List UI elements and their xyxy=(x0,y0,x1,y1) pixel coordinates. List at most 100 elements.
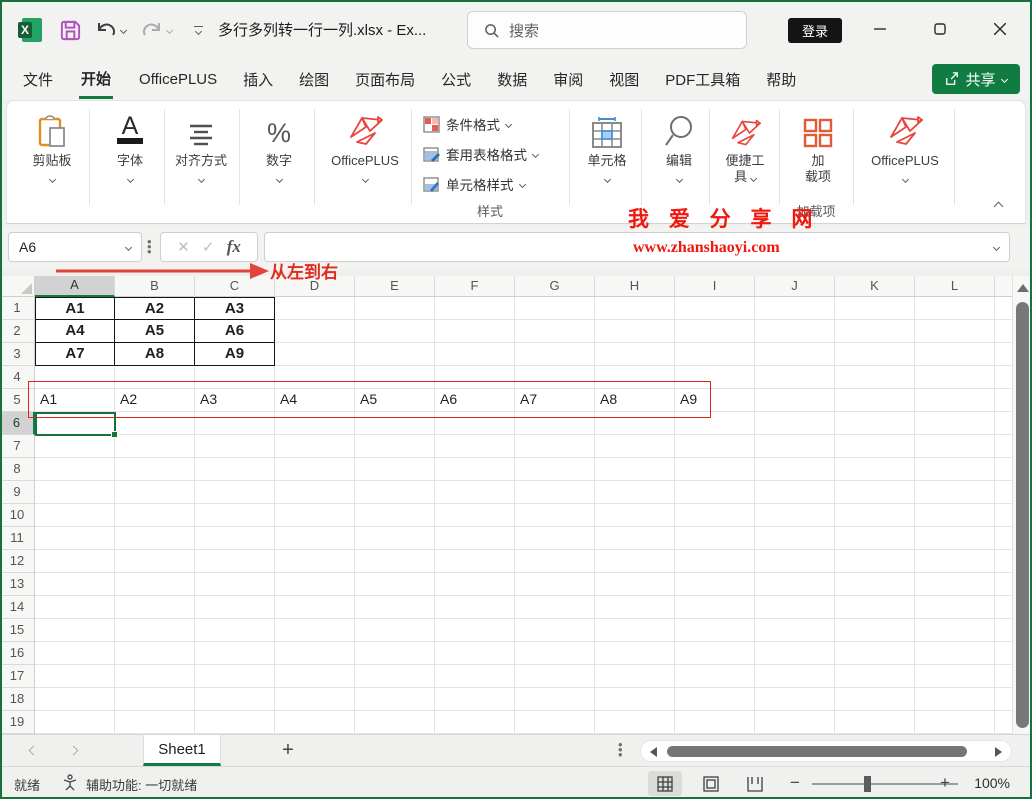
cell-B10[interactable] xyxy=(115,504,195,527)
cell-E15[interactable] xyxy=(355,619,435,642)
cancel-button[interactable]: ✕ xyxy=(177,238,190,256)
cell-I13[interactable] xyxy=(675,573,755,596)
cell-G12[interactable] xyxy=(515,550,595,573)
cell-I7[interactable] xyxy=(675,435,755,458)
cell-L2[interactable] xyxy=(915,320,995,343)
cell-A16[interactable] xyxy=(35,642,115,665)
cell-B9[interactable] xyxy=(115,481,195,504)
cell-D13[interactable] xyxy=(275,573,355,596)
cell-G19[interactable] xyxy=(515,711,595,734)
fill-handle[interactable] xyxy=(111,431,118,438)
cell-F10[interactable] xyxy=(435,504,515,527)
cell-J10[interactable] xyxy=(755,504,835,527)
cell-D19[interactable] xyxy=(275,711,355,734)
select-all-corner[interactable] xyxy=(0,276,35,297)
cell-C3[interactable]: A9 xyxy=(195,343,275,366)
drag-handle-dots[interactable]: • • • xyxy=(618,738,623,761)
cell-A19[interactable] xyxy=(35,711,115,734)
cell-J1[interactable] xyxy=(755,297,835,320)
cell-K17[interactable] xyxy=(835,665,915,688)
cell-B14[interactable] xyxy=(115,596,195,619)
cell-G15[interactable] xyxy=(515,619,595,642)
cell-J11[interactable] xyxy=(755,527,835,550)
tab-view[interactable]: 视图 xyxy=(596,58,652,100)
cell-B1[interactable]: A2 xyxy=(115,297,195,320)
cell-G3[interactable] xyxy=(515,343,595,366)
cell-D3[interactable] xyxy=(275,343,355,366)
undo-button[interactable] xyxy=(90,16,130,44)
cell-E16[interactable] xyxy=(355,642,435,665)
new-sheet-button[interactable]: + xyxy=(276,739,300,763)
drag-handle-dots[interactable]: • • • xyxy=(147,235,152,258)
tab-insert[interactable]: 插入 xyxy=(230,58,286,100)
row-header-9[interactable]: 9 xyxy=(0,481,35,504)
cell-H13[interactable] xyxy=(595,573,675,596)
cell-A12[interactable] xyxy=(35,550,115,573)
cell-D9[interactable] xyxy=(275,481,355,504)
cell-F16[interactable] xyxy=(435,642,515,665)
row-header-1[interactable]: 1 xyxy=(0,297,35,320)
cell-H7[interactable] xyxy=(595,435,675,458)
zoom-out-button[interactable]: − xyxy=(790,773,800,793)
font-group-button[interactable]: A 字体 xyxy=(97,109,163,187)
cell-D18[interactable] xyxy=(275,688,355,711)
cell-G7[interactable] xyxy=(515,435,595,458)
cell-H19[interactable] xyxy=(595,711,675,734)
cell-L10[interactable] xyxy=(915,504,995,527)
tab-help[interactable]: 帮助 xyxy=(753,58,809,100)
cell-F2[interactable] xyxy=(435,320,515,343)
cell-K2[interactable] xyxy=(835,320,915,343)
cell-B13[interactable] xyxy=(115,573,195,596)
cell-I12[interactable] xyxy=(675,550,755,573)
cell-D17[interactable] xyxy=(275,665,355,688)
column-header-E[interactable]: E xyxy=(355,276,435,297)
cell-K1[interactable] xyxy=(835,297,915,320)
tab-review[interactable]: 审阅 xyxy=(540,58,596,100)
row-header-18[interactable]: 18 xyxy=(0,688,35,711)
cell-I1[interactable] xyxy=(675,297,755,320)
cell-H10[interactable] xyxy=(595,504,675,527)
cell-J7[interactable] xyxy=(755,435,835,458)
tab-data[interactable]: 数据 xyxy=(484,58,540,100)
format-as-table-button[interactable]: 套用表格格式 xyxy=(423,139,540,169)
cell-B19[interactable] xyxy=(115,711,195,734)
number-group-button[interactable]: % 数字 xyxy=(247,109,311,187)
cell-H2[interactable] xyxy=(595,320,675,343)
cell-J12[interactable] xyxy=(755,550,835,573)
cell-D7[interactable] xyxy=(275,435,355,458)
cell-F1[interactable] xyxy=(435,297,515,320)
row-header-13[interactable]: 13 xyxy=(0,573,35,596)
cell-L14[interactable] xyxy=(915,596,995,619)
cell-K13[interactable] xyxy=(835,573,915,596)
cell-C8[interactable] xyxy=(195,458,275,481)
row-header-10[interactable]: 10 xyxy=(0,504,35,527)
redo-button[interactable] xyxy=(136,16,176,44)
cell-K18[interactable] xyxy=(835,688,915,711)
cell-F18[interactable] xyxy=(435,688,515,711)
search-input[interactable]: 搜索 xyxy=(467,11,747,49)
cell-I10[interactable] xyxy=(675,504,755,527)
scroll-right-arrow[interactable] xyxy=(995,747,1002,757)
cell-C11[interactable] xyxy=(195,527,275,550)
tab-home[interactable]: 开始 xyxy=(66,58,126,100)
vertical-scrollbar[interactable] xyxy=(1012,276,1032,734)
cell-E19[interactable] xyxy=(355,711,435,734)
cell-J9[interactable] xyxy=(755,481,835,504)
cell-H11[interactable] xyxy=(595,527,675,550)
cell-D11[interactable] xyxy=(275,527,355,550)
cell-J16[interactable] xyxy=(755,642,835,665)
row-header-19[interactable]: 19 xyxy=(0,711,35,734)
expand-formula-bar-icon[interactable] xyxy=(992,243,1001,251)
active-cell-selection[interactable] xyxy=(35,412,118,438)
cell-E7[interactable] xyxy=(355,435,435,458)
cell-F7[interactable] xyxy=(435,435,515,458)
cell-L6[interactable] xyxy=(915,412,995,435)
cell-C17[interactable] xyxy=(195,665,275,688)
cell-C10[interactable] xyxy=(195,504,275,527)
cell-K16[interactable] xyxy=(835,642,915,665)
row-header-14[interactable]: 14 xyxy=(0,596,35,619)
cell-A9[interactable] xyxy=(35,481,115,504)
cell-C12[interactable] xyxy=(195,550,275,573)
cell-G1[interactable] xyxy=(515,297,595,320)
page-break-view-button[interactable] xyxy=(738,771,772,796)
